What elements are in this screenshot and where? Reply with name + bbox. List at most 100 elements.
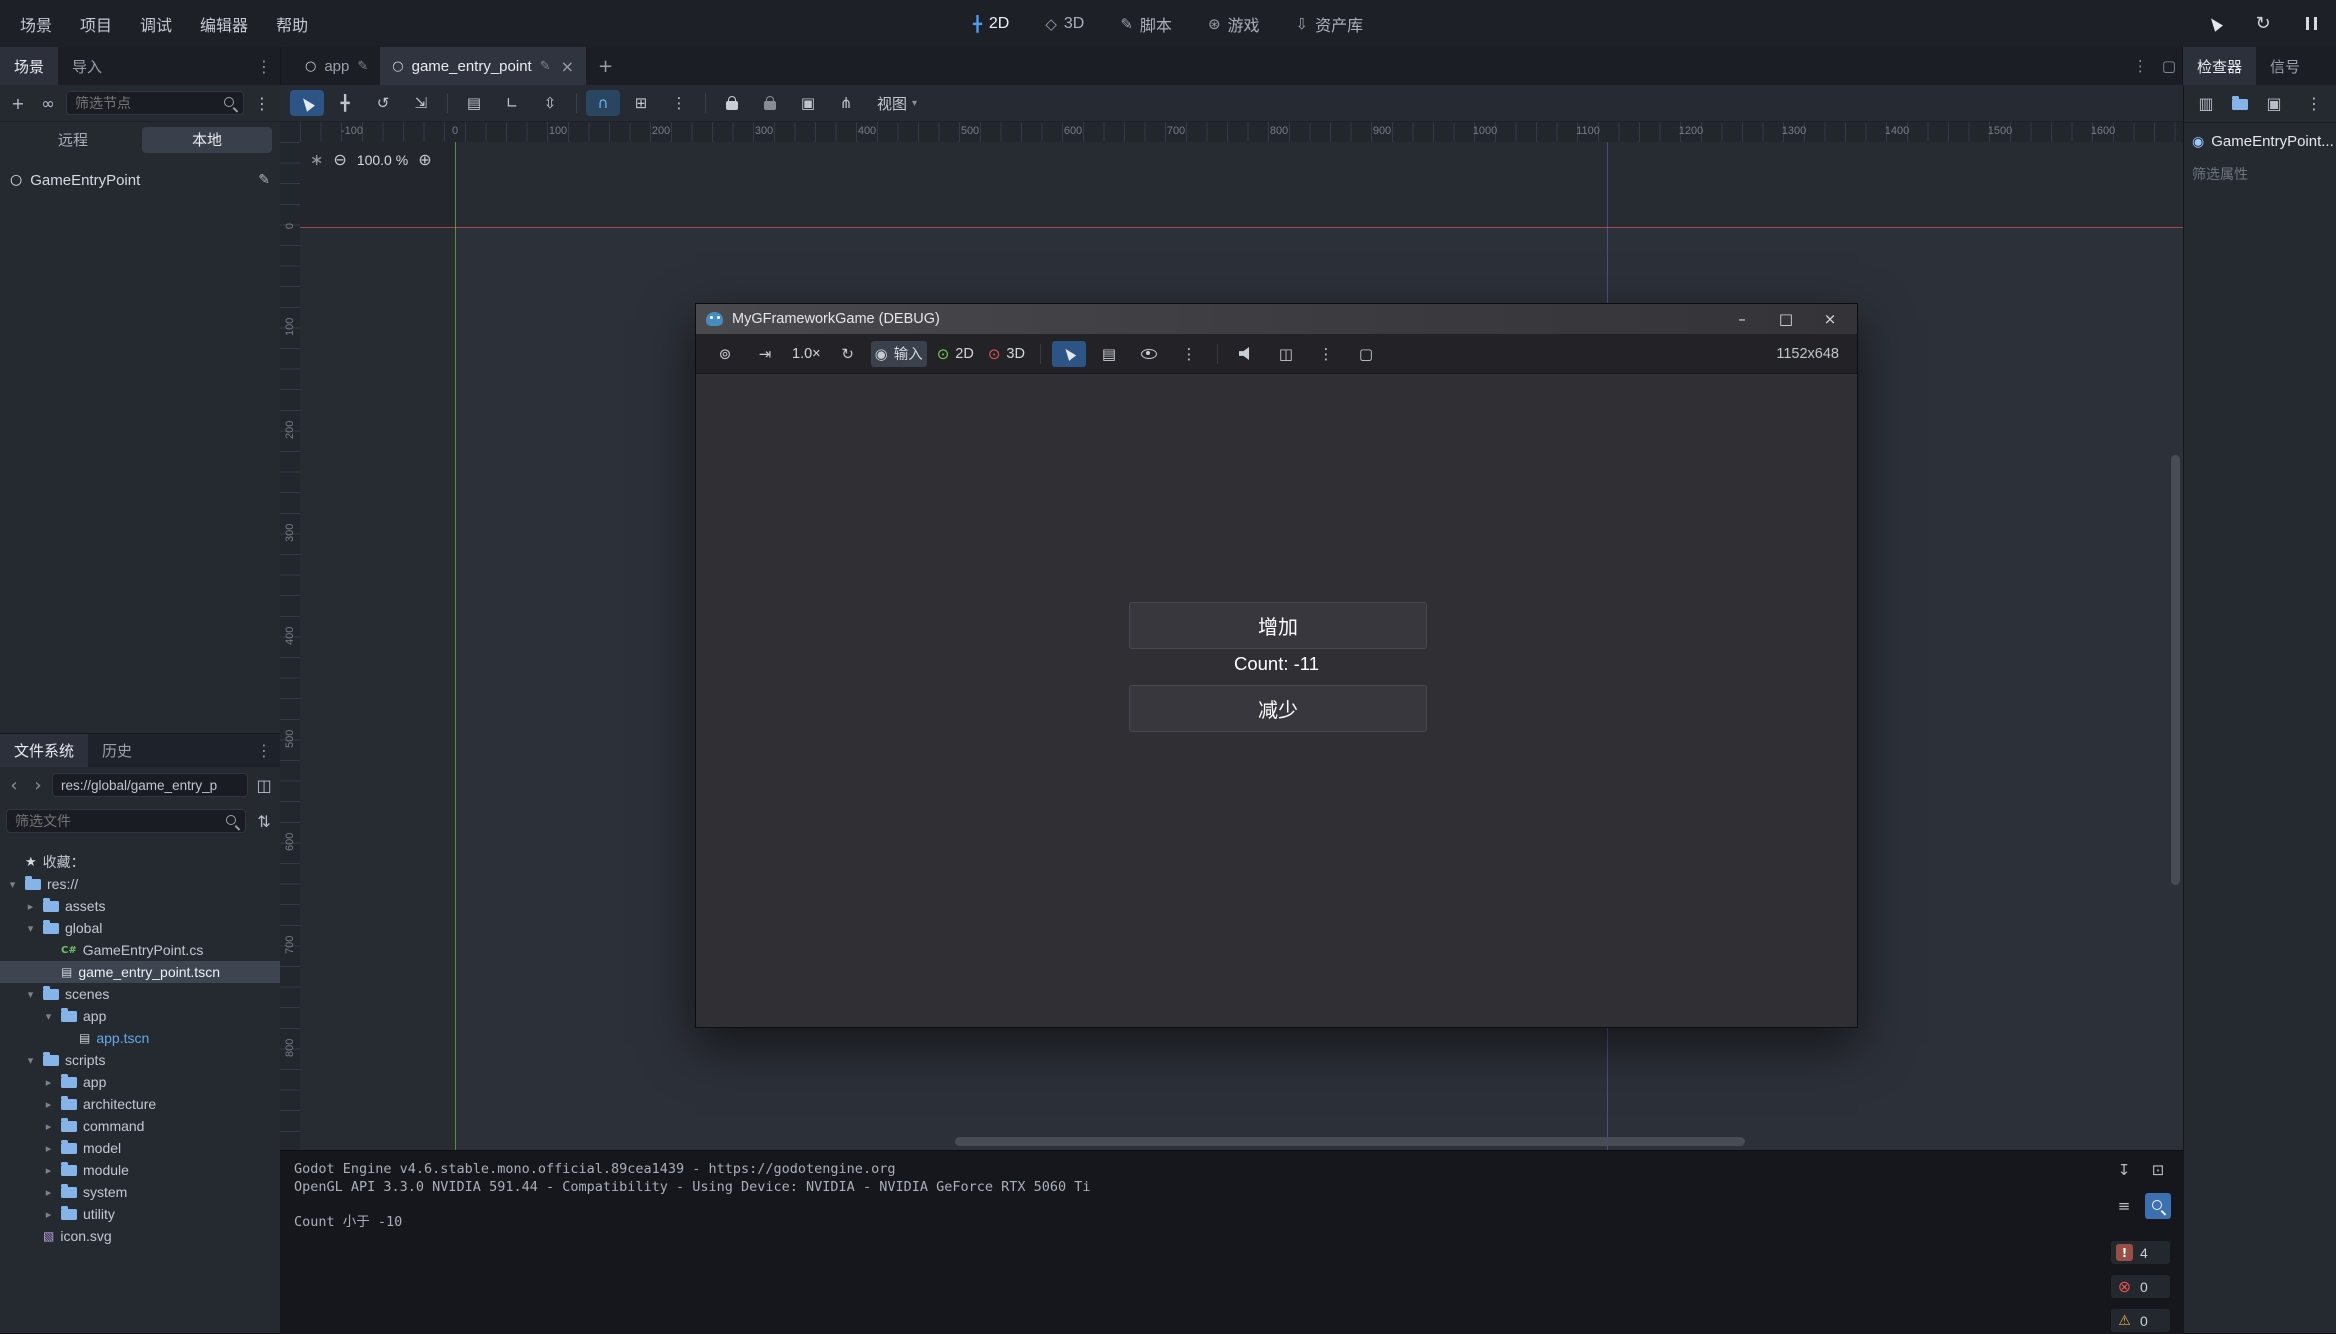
tab-filesystem[interactable]: 文件系统 [0,734,88,767]
local-button[interactable]: 本地 [142,127,272,153]
snap-options-icon[interactable]: ⋮ [662,90,696,116]
unlock-node-button[interactable] [753,90,787,116]
fs-tree-item[interactable]: ▸command [0,1115,280,1137]
horizontal-scrollbar[interactable] [955,1137,1745,1146]
game-window-titlebar[interactable]: MyGFrameworkGame (DEBUG) – □ × [696,304,1857,334]
add-node-button[interactable]: + [6,91,30,115]
scale-tool-button[interactable]: ⇲ [404,90,438,116]
rotate-tool-button[interactable]: ↺ [366,90,400,116]
scene-tab-game-entry-point[interactable]: ○ game_entry_point ✎ × [380,47,586,85]
tab-inspector[interactable]: 检查器 [2183,47,2256,85]
distraction-free-icon[interactable]: ▢ [2162,57,2176,75]
tab-history[interactable]: 历史 [88,734,146,767]
load-resource-button[interactable] [2228,92,2252,116]
new-resource-icon[interactable]: ▥ [2194,92,2218,116]
minimize-button[interactable]: – [1733,310,1751,328]
tab-signals[interactable]: 信号 [2256,47,2314,85]
tab-import-dock[interactable]: 导入 [58,47,116,85]
selection-list-button[interactable]: ▤ [1092,341,1126,367]
scene-dock-menu-icon[interactable]: ⋮ [248,47,280,85]
camera-options-icon[interactable]: ⋮ [1309,341,1343,367]
fs-tree-item[interactable]: ▾scripts [0,1049,280,1071]
scroll-to-end-icon[interactable]: ↧ [2111,1157,2137,1183]
fs-tree-item[interactable]: C#GameEntryPoint.cs [0,939,280,961]
fs-tree-item[interactable]: ▸utility [0,1203,280,1225]
tree-collapse-icon[interactable]: ▾ [6,878,19,891]
scene-tree-root-node[interactable]: ○ GameEntryPoint ✎ [4,165,276,195]
group-node-button[interactable]: ▣ [791,90,825,116]
tree-collapse-icon[interactable]: ▾ [24,988,37,1001]
workspace-tab-2d[interactable]: ╋2D [959,9,1023,39]
fs-tree-item[interactable]: ▤app.tscn [0,1027,280,1049]
path-input[interactable] [52,773,248,797]
debugger-badge-errors[interactable]: ⊗0 [2111,1275,2170,1298]
maximize-button[interactable]: □ [1777,310,1795,328]
scene-tab-app[interactable]: ○ app ✎ [293,47,380,85]
tree-expand-icon[interactable]: ▸ [42,1120,55,1133]
tree-expand-icon[interactable]: ▸ [42,1098,55,1111]
list-select-button[interactable]: ▤ [457,90,491,116]
tab-list-menu-icon[interactable]: ⋮ [2133,57,2148,75]
open-script-icon[interactable]: ✎ [258,172,270,188]
fullscreen-button[interactable]: ▢ [1349,341,1383,367]
fs-tree-item[interactable]: ▾scenes [0,983,280,1005]
move-tool-button[interactable]: ╋ [328,90,362,116]
tab-scene-dock[interactable]: 场景 [0,47,58,85]
inspected-node-row[interactable]: ◉ GameEntryPoint... [2184,123,2336,154]
file-filter-input[interactable] [6,809,246,833]
workspace-tab-3d[interactable]: ◇3D [1031,9,1098,39]
skeleton-options-button[interactable]: ⋔ [829,90,863,116]
workspace-tab-game[interactable]: ⊛游戏 [1194,6,1274,42]
fs-tree-item[interactable]: ▸model [0,1137,280,1159]
inspector-menu-icon[interactable]: ⋮ [2302,92,2326,116]
debugger-icon[interactable]: ⊚ [708,341,742,367]
zoom-out-button[interactable]: ⊖ [333,150,346,169]
tree-expand-icon[interactable]: ▸ [42,1142,55,1155]
decrease-button[interactable]: 减少 [1129,685,1427,732]
tree-expand-icon[interactable]: ▸ [42,1186,55,1199]
zoom-in-button[interactable]: ⊕ [418,150,431,169]
workspace-tab-assets[interactable]: ⇩资产库 [1282,6,1378,42]
camera-3d-button[interactable]: ⊙ 3D [984,341,1029,367]
select-tool-button[interactable] [290,90,324,116]
menubar-item[interactable]: 调试 [126,6,186,42]
sort-files-icon[interactable]: ⇅ [252,809,276,833]
zoom-level[interactable]: 100.0 % [357,152,408,168]
tree-expand-icon[interactable]: ▸ [24,900,37,913]
camera-2d-button[interactable]: ⊙ 2D [933,341,978,367]
visibility-button[interactable] [1132,341,1166,367]
nav-forward-icon[interactable]: › [28,773,48,797]
property-filter[interactable]: 筛选属性 [2184,154,2336,194]
restart-button[interactable]: ↻ [831,341,865,367]
ruler-tool-button[interactable]: ∟ [495,90,529,116]
pick-node-button[interactable] [1052,341,1086,367]
workspace-tab-script[interactable]: ✎脚本 [1106,6,1186,42]
fs-tree-item[interactable]: ★收藏： [0,851,280,873]
save-resource-icon[interactable]: ▣ [2262,92,2286,116]
menubar-item[interactable]: 帮助 [262,6,322,42]
fs-tree-item[interactable]: ▾app [0,1005,280,1027]
search-output-button[interactable] [2145,1193,2171,1219]
lock-node-button[interactable] [715,90,749,116]
next-frame-button[interactable]: ⇥ [748,341,782,367]
speed-selector[interactable]: 1.0× [788,346,825,362]
instance-scene-button[interactable]: ∞ [36,91,60,115]
center-view-icon[interactable]: ∗ [310,150,323,169]
nav-back-icon[interactable]: ‹ [4,773,24,797]
fs-tree-item[interactable]: ▸assets [0,895,280,917]
debugger-badge-warnings[interactable]: ⚠0 [2111,1309,2170,1332]
tree-collapse-icon[interactable]: ▾ [24,1054,37,1067]
restart-game-button[interactable]: ↻ [2248,9,2278,39]
tree-expand-icon[interactable]: ▸ [42,1208,55,1221]
remote-button[interactable]: 远程 [8,127,138,153]
vertical-scrollbar[interactable] [2171,455,2180,885]
close-tab-icon[interactable]: × [561,57,574,76]
fs-tree-item[interactable]: ▤game_entry_point.tscn [0,961,280,983]
node-filter-input[interactable] [66,91,244,115]
mute-audio-button[interactable] [1229,341,1263,367]
fs-tree-item[interactable]: ▸system [0,1181,280,1203]
copy-output-icon[interactable]: ⊡ [2145,1157,2171,1183]
scene-tree-menu-icon[interactable]: ⋮ [250,91,274,115]
pause-game-button[interactable] [2296,9,2326,39]
fs-tree-item[interactable]: ▸architecture [0,1093,280,1115]
